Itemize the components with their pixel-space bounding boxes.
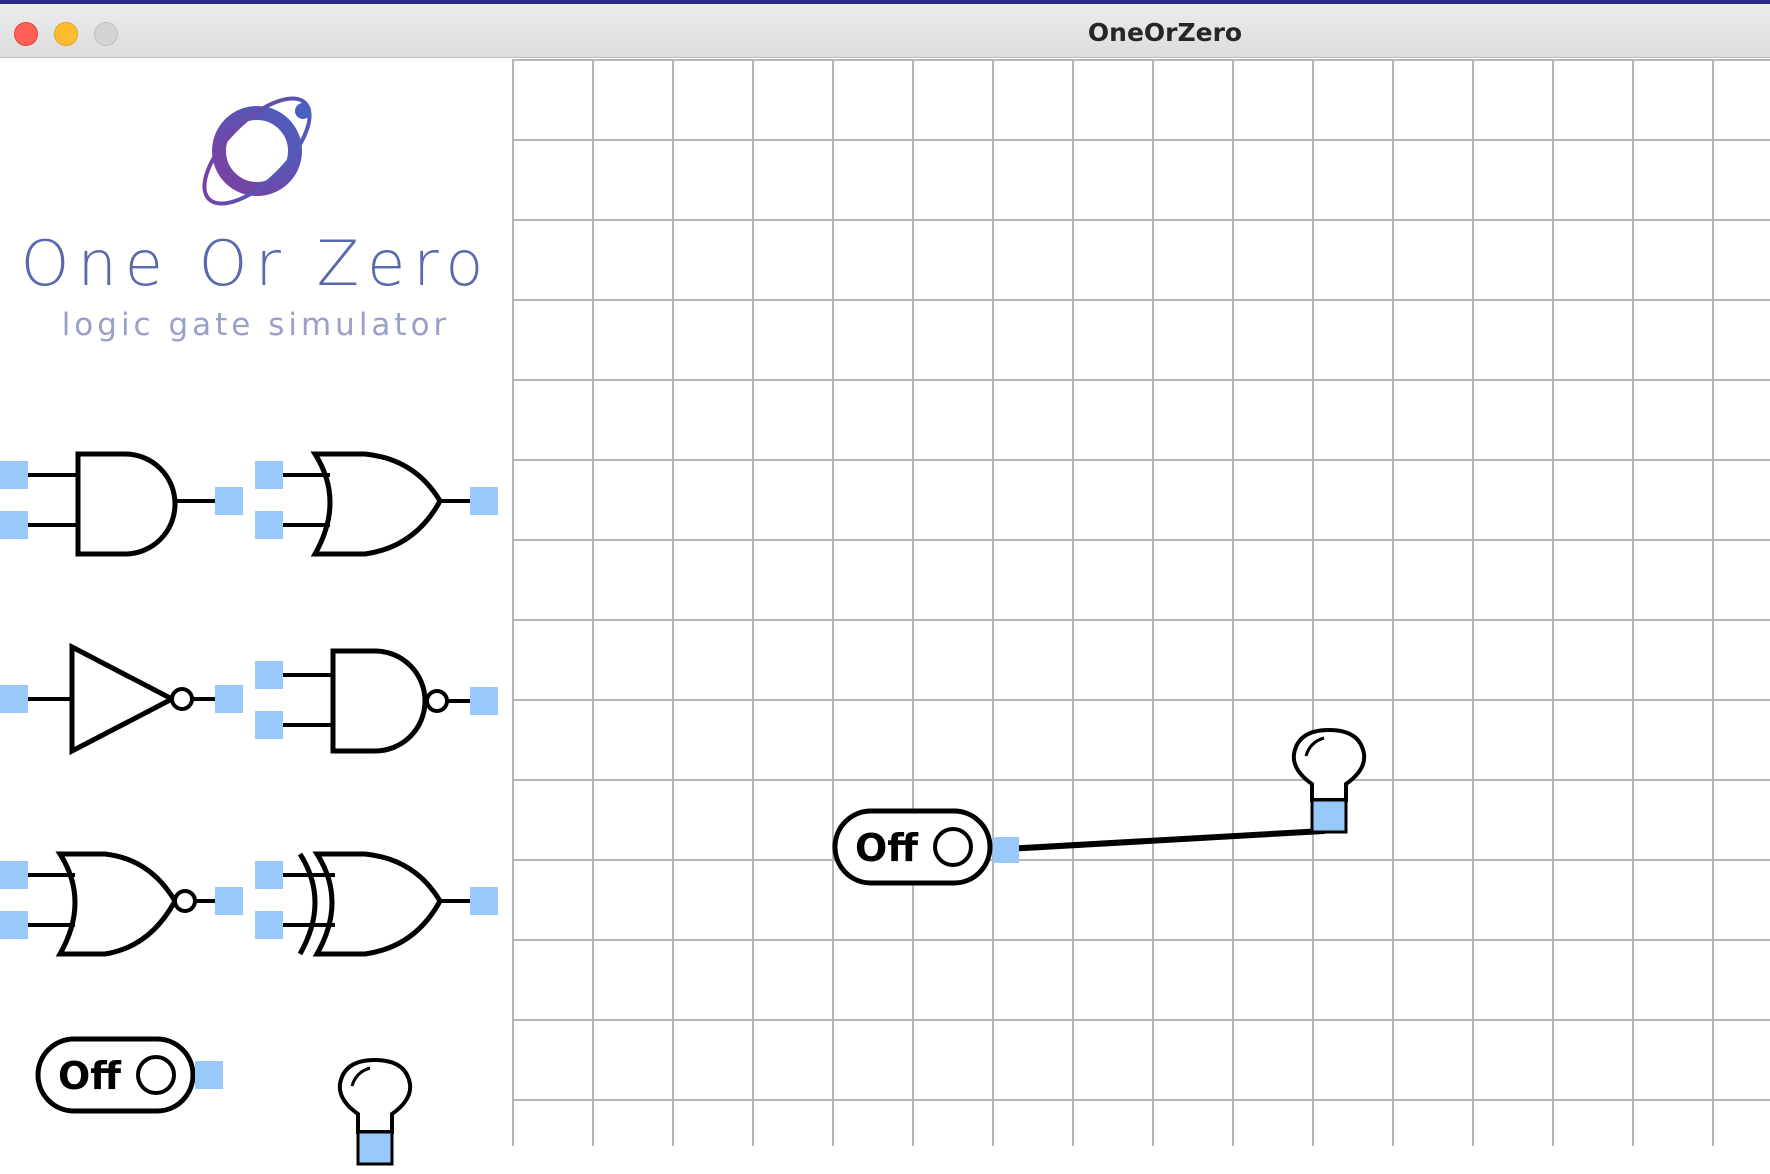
- nor-input-a-connector[interactable]: [0, 861, 28, 889]
- nand-input-b-connector[interactable]: [255, 711, 283, 739]
- or-output-connector[interactable]: [470, 487, 498, 515]
- nor-output-connector[interactable]: [215, 887, 243, 915]
- placed-switch[interactable]: Off: [827, 799, 1037, 899]
- planet-logo-icon: [202, 96, 312, 206]
- placed-switch-state-label: Off: [855, 826, 919, 870]
- not-input-connector[interactable]: [0, 685, 28, 713]
- switch-state-label: Off: [58, 1054, 122, 1098]
- window-title: OneOrZero: [1087, 18, 1243, 47]
- or-input-a-connector[interactable]: [255, 461, 283, 489]
- switch-output-connector[interactable]: [195, 1061, 223, 1089]
- nor-input-b-connector[interactable]: [0, 911, 28, 939]
- nand-gate-palette-item[interactable]: [255, 629, 505, 759]
- and-output-connector[interactable]: [215, 487, 243, 515]
- xor-gate-palette-item[interactable]: [255, 829, 505, 959]
- circuit-canvas[interactable]: Off: [512, 59, 1770, 1146]
- window-titlebar[interactable]: OneOrZero: [0, 4, 1770, 58]
- xor-input-a-connector[interactable]: [255, 861, 283, 889]
- nor-gate-palette-item[interactable]: [0, 829, 250, 959]
- placed-switch-output-connector[interactable]: [993, 837, 1019, 863]
- placed-bulb-input-connector[interactable]: [1310, 798, 1348, 834]
- and-input-b-connector[interactable]: [0, 511, 28, 539]
- not-gate-palette-item[interactable]: [0, 629, 250, 759]
- brand-tagline: logic gate simulator: [61, 307, 451, 343]
- not-output-connector[interactable]: [215, 685, 243, 713]
- nand-input-a-connector[interactable]: [255, 661, 283, 689]
- and-input-a-connector[interactable]: [0, 461, 28, 489]
- brand-name: One Or Zero: [20, 227, 492, 300]
- switch-palette-item[interactable]: Off: [30, 1024, 240, 1124]
- component-palette: One Or Zero logic gate simulator Off: [0, 59, 512, 1166]
- xor-output-connector[interactable]: [470, 887, 498, 915]
- and-gate-palette-item[interactable]: [0, 429, 250, 559]
- nand-output-connector[interactable]: [470, 687, 498, 715]
- or-input-b-connector[interactable]: [255, 511, 283, 539]
- bulb-input-connector[interactable]: [356, 1130, 394, 1166]
- wire: [1003, 828, 1327, 852]
- placed-light-bulb[interactable]: [1284, 726, 1374, 846]
- light-bulb-palette-item[interactable]: [330, 1054, 420, 1174]
- xor-input-b-connector[interactable]: [255, 911, 283, 939]
- or-gate-palette-item[interactable]: [255, 429, 505, 559]
